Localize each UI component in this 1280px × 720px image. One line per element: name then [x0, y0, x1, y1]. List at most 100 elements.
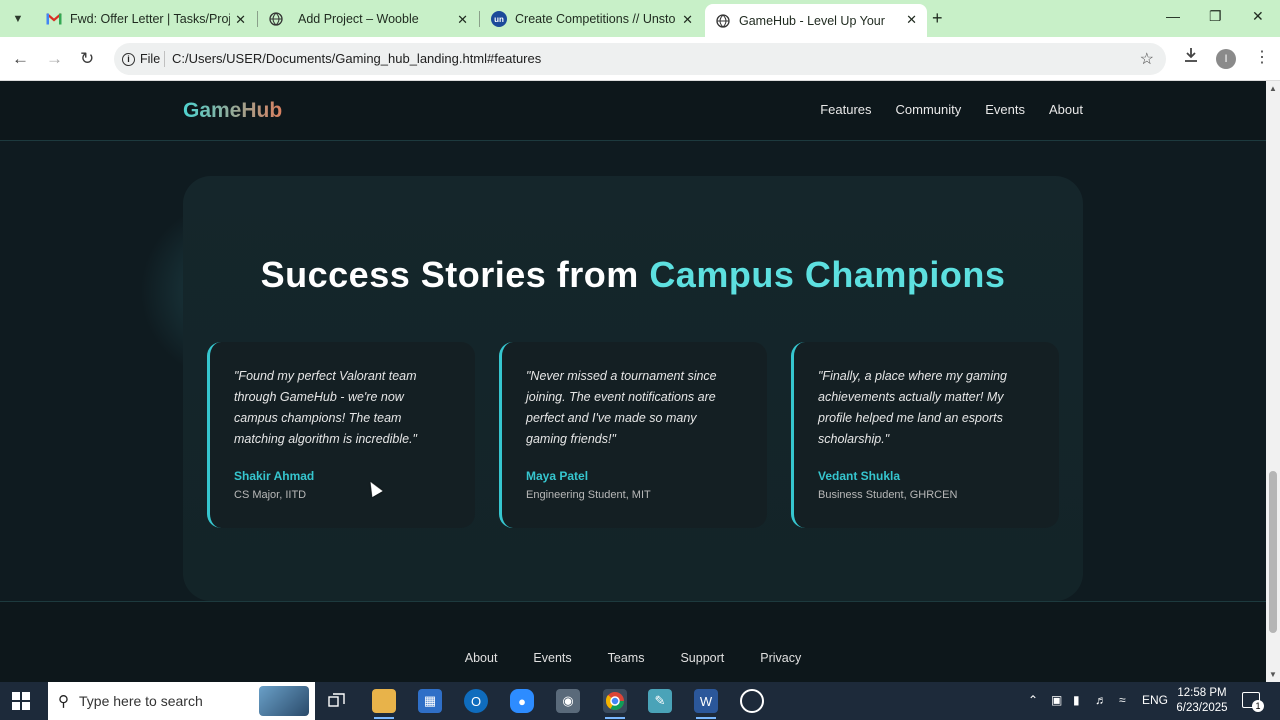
word-icon[interactable]: W	[694, 689, 718, 719]
tab-separator	[479, 11, 480, 27]
clock-date: 6/23/2025	[1176, 702, 1228, 714]
testimonial-card: "Finally, a place where my gaming achiev…	[791, 342, 1059, 528]
volume-icon[interactable]: ♬	[1095, 693, 1107, 707]
close-icon[interactable]: ✕	[682, 12, 693, 28]
site-header: GameHub Features Community Events About	[0, 81, 1266, 141]
close-icon[interactable]: ✕	[457, 12, 468, 28]
address-bar[interactable]: i File C:/Users/USER/Documents/Gaming_hu…	[114, 43, 1166, 75]
menu-kebab-icon[interactable]: ⋮	[1254, 47, 1270, 67]
testimonial-role: Business Student, GHRCEN	[818, 489, 958, 501]
wifi-icon[interactable]: ≈	[1119, 693, 1126, 707]
site-nav: Features Community Events About	[820, 102, 1083, 117]
nav-link-features[interactable]: Features	[820, 102, 871, 117]
site-footer: About Events Teams Support Privacy	[0, 601, 1266, 682]
webpage: GameHub Features Community Events About …	[0, 81, 1266, 682]
obs-recorder-icon[interactable]	[740, 689, 764, 713]
clock-time: 12:58 PM	[1177, 687, 1227, 699]
tab-title: Add Project – Wooble	[298, 11, 419, 26]
footer-link-privacy[interactable]: Privacy	[760, 651, 801, 665]
close-icon[interactable]: ✕	[906, 12, 917, 28]
success-stories-section: Success Stories from Campus Champions "F…	[183, 176, 1083, 601]
scheme-label: File	[140, 52, 161, 66]
testimonial-card: "Never missed a tournament since joining…	[499, 342, 767, 528]
gmail-icon	[46, 11, 62, 27]
url-text[interactable]: C:/Users/USER/Documents/Gaming_hub_landi…	[172, 51, 541, 66]
scrollbar-thumb[interactable]	[1269, 471, 1277, 633]
notification-badge: 1	[1252, 700, 1264, 712]
site-info-button[interactable]: i File	[122, 49, 160, 69]
back-button[interactable]: ←	[12, 49, 29, 69]
language-indicator[interactable]: ENG	[1142, 693, 1168, 707]
download-icon[interactable]	[1183, 47, 1199, 68]
nav-link-events[interactable]: Events	[985, 102, 1025, 117]
nav-link-about[interactable]: About	[1049, 102, 1083, 117]
tab-unstop[interactable]: un Create Competitions // Unstop ✕	[481, 0, 703, 37]
nav-link-community[interactable]: Community	[896, 102, 962, 117]
chevron-down-icon: ▼	[12, 13, 24, 25]
testimonial-author: Maya Patel	[526, 469, 589, 483]
footer-link-teams[interactable]: Teams	[608, 651, 645, 665]
minimize-icon: —	[1166, 8, 1180, 24]
tab-wooble[interactable]: Add Project – Wooble ✕	[258, 0, 478, 37]
profile-avatar[interactable]: I	[1216, 49, 1236, 69]
section-title-main: Success Stories from	[260, 254, 650, 295]
tab-gamehub[interactable]: GameHub - Level Up Your Cam ✕	[705, 4, 927, 37]
testimonial-author: Vedant Shukla	[818, 469, 901, 483]
arrow-right-icon: →	[46, 49, 63, 68]
file-explorer-icon[interactable]	[372, 689, 396, 719]
reload-button[interactable]: ↻	[80, 49, 94, 69]
chrome-icon[interactable]	[603, 689, 627, 719]
tab-gmail[interactable]: Fwd: Offer Letter | Tasks/Project ✕	[36, 0, 256, 37]
testimonial-role: CS Major, IITD	[234, 489, 307, 501]
close-icon: ✕	[1252, 8, 1264, 24]
close-window-button[interactable]: ✕	[1252, 8, 1264, 25]
windows-start-icon[interactable]	[12, 692, 30, 710]
minimize-button[interactable]: —	[1166, 8, 1180, 24]
footer-link-about[interactable]: About	[465, 651, 498, 665]
footer-link-events[interactable]: Events	[533, 651, 571, 665]
browser-toolbar: ← → ↻ i File C:/Users/USER/Documents/Gam…	[0, 37, 1280, 81]
tab-title: GameHub - Level Up Your Cam	[739, 13, 889, 28]
globe-icon	[715, 13, 731, 29]
testimonial-quote: "Found my perfect Valorant team through …	[234, 369, 417, 446]
tab-strip: ▼ Fwd: Offer Letter | Tasks/Project ✕ Ad…	[0, 0, 1280, 37]
section-title-accent: Campus Champions	[649, 254, 1006, 295]
reload-icon: ↻	[80, 49, 95, 68]
close-icon[interactable]: ✕	[235, 12, 246, 28]
restore-icon: ❐	[1209, 8, 1222, 24]
tab-title: Fwd: Offer Letter | Tasks/Project	[70, 11, 230, 26]
arrow-left-icon: ←	[12, 49, 29, 68]
page-scrollbar[interactable]: ▲ ▼	[1266, 81, 1280, 682]
notepad-icon[interactable]: ✎	[648, 689, 672, 713]
microsoft-store-icon[interactable]: ▦	[418, 689, 442, 713]
divider	[164, 51, 165, 67]
task-view-icon[interactable]	[325, 689, 349, 713]
site-logo[interactable]: GameHub	[183, 99, 282, 123]
testimonial-author: Shakir Ahmad	[234, 469, 315, 483]
plus-icon: +	[932, 8, 943, 28]
testimonial-card: "Found my perfect Valorant team through …	[207, 342, 475, 528]
forward-button[interactable]: →	[46, 49, 63, 69]
scroll-up-icon[interactable]: ▲	[1269, 84, 1277, 93]
taskbar-search[interactable]: ⚲ Type here to search	[48, 682, 315, 720]
testimonial-role: Engineering Student, MIT	[526, 489, 651, 501]
battery-icon[interactable]: ▮	[1073, 693, 1080, 707]
outlook-icon[interactable]: O	[464, 689, 488, 713]
svg-text:un: un	[494, 15, 504, 24]
tab-search-button[interactable]: ▼	[6, 8, 30, 30]
bookmark-star-icon[interactable]: ☆	[1140, 49, 1154, 69]
scroll-down-icon[interactable]: ▼	[1269, 670, 1277, 679]
info-icon: i	[122, 52, 135, 66]
globe-icon	[268, 11, 284, 27]
chevron-up-icon[interactable]: ⌃	[1028, 693, 1038, 707]
system-clock[interactable]: 12:58 PM 6/23/2025	[1172, 686, 1232, 716]
camera-icon[interactable]: ◉	[556, 689, 580, 713]
meet-now-icon[interactable]: ▣	[1051, 693, 1062, 707]
new-tab-button[interactable]: +	[932, 8, 943, 29]
zoom-icon[interactable]: ●	[510, 689, 534, 713]
footer-link-support[interactable]: Support	[680, 651, 724, 665]
footer-nav: About Events Teams Support Privacy	[0, 651, 1266, 665]
testimonial-quote: "Finally, a place where my gaming achiev…	[818, 369, 1008, 446]
search-highlight-image	[259, 686, 309, 716]
restore-button[interactable]: ❐	[1209, 8, 1222, 25]
